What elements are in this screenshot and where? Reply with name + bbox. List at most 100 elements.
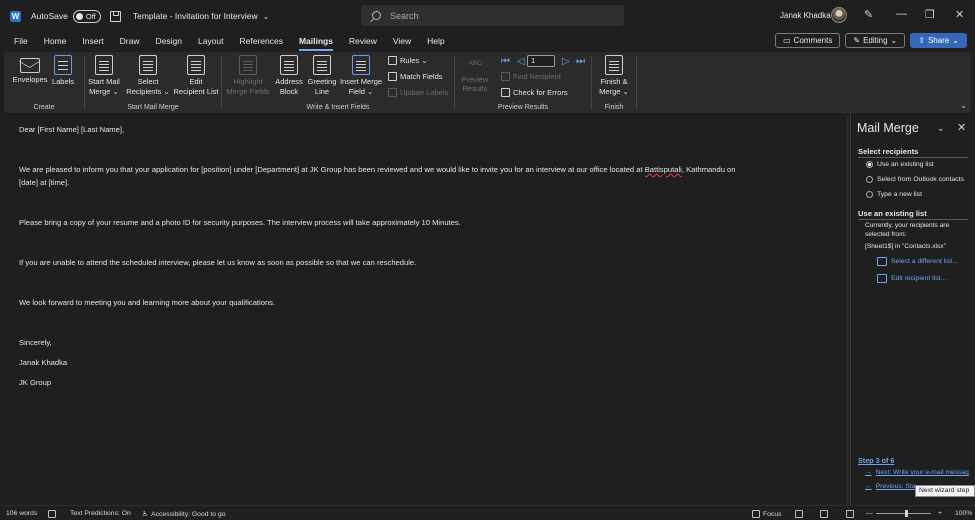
tab-insert[interactable]: Insert <box>74 32 111 51</box>
save-icon[interactable] <box>109 10 121 22</box>
rules-button[interactable]: Rules ⌄ <box>388 56 428 65</box>
focus-button[interactable]: Focus <box>752 510 782 518</box>
chevron-down-icon[interactable]: ⌄ <box>937 123 945 134</box>
comments-button[interactable]: ▭ Comments <box>775 33 841 48</box>
autosave-label: AutoSave <box>31 11 68 21</box>
find-recipient-label: Find Recipient <box>513 72 561 81</box>
envelopes-button[interactable]: Envelopes <box>12 55 48 85</box>
tab-references[interactable]: References <box>232 32 291 51</box>
tab-home[interactable]: Home <box>36 32 75 51</box>
edit-recipient-list-link[interactable]: Edit recipient list... <box>877 274 946 283</box>
tab-view[interactable]: View <box>385 32 419 51</box>
tab-review[interactable]: Review <box>341 32 385 51</box>
editing-button[interactable]: ✎ Editing ⌄ <box>845 33 906 48</box>
web-layout-button[interactable] <box>846 510 854 518</box>
edit-list-icon <box>187 55 205 75</box>
finish-merge-button[interactable]: Finish & Merge ⌄ <box>596 55 632 96</box>
radio-label: Use an existing list <box>877 161 934 168</box>
share-label: Share <box>927 36 950 45</box>
print-layout-icon <box>820 510 828 518</box>
print-layout-button[interactable] <box>820 510 828 518</box>
tab-help[interactable]: Help <box>419 32 452 51</box>
highlight-merge-fields-button[interactable]: Highlight Merge Fields <box>224 55 272 96</box>
update-labels-button[interactable]: Update Labels <box>388 88 448 97</box>
chevron-down-icon[interactable]: ⌄ <box>263 12 270 21</box>
arrow-right-icon: → <box>865 469 872 476</box>
preview-results-label-1: Preview <box>461 74 489 84</box>
accessibility-status[interactable]: ♿ Accessibility: Good to go <box>142 510 226 519</box>
chevron-down-icon: ⌄ <box>890 36 898 45</box>
word-app-icon: W <box>10 10 21 22</box>
close-button[interactable]: ✕ <box>955 8 964 21</box>
avatar[interactable] <box>831 7 847 23</box>
select-different-list-link[interactable]: Select a different list... <box>877 257 958 266</box>
previous-step-link[interactable]: ← Previous: Sta <box>865 483 915 490</box>
proofing-icon[interactable] <box>48 510 56 518</box>
first-record-icon[interactable]: ⏮ <box>501 56 510 67</box>
collapse-ribbon-icon[interactable]: ⌄ <box>960 101 967 110</box>
zoom-out-button[interactable]: — <box>866 510 873 517</box>
check-for-errors-button[interactable]: Check for Errors <box>501 88 568 97</box>
use-existing-heading: Use an existing list <box>858 209 968 220</box>
pen-icon[interactable]: ✎ <box>864 8 873 21</box>
document-title[interactable]: Template - Invitation for Interview <box>133 11 258 21</box>
select-recipients-label-2: Recipients ⌄ <box>126 86 170 96</box>
match-fields-button[interactable]: Match Fields <box>388 72 443 81</box>
document-canvas[interactable]: Dear [First Name] [Last Name], We are pl… <box>0 115 849 505</box>
minimize-button[interactable]: — <box>896 8 907 20</box>
zoom-in-button[interactable]: + <box>938 510 942 517</box>
find-recipient-button[interactable]: Find Recipient <box>501 72 561 81</box>
tab-file[interactable]: File <box>6 32 36 51</box>
insert-merge-field-button[interactable]: Insert Merge Field ⌄ <box>338 55 384 96</box>
tab-design[interactable]: Design <box>148 32 190 51</box>
greeting-line-button[interactable]: Greeting Line <box>306 55 338 96</box>
document-scrollbar[interactable] <box>846 115 849 505</box>
radio-use-existing-list[interactable]: Use an existing list <box>866 161 934 168</box>
recipients-icon <box>139 55 157 75</box>
menu-actions: ▭ Comments ✎ Editing ⌄ ⇪ Share ⌄ <box>775 33 967 48</box>
user-name[interactable]: Janak Khadka <box>780 11 831 20</box>
tab-layout[interactable]: Layout <box>190 32 232 51</box>
pane-title: Mail Merge <box>857 121 919 135</box>
doc-paragraph-1-line-2: [date] at [time]. <box>19 178 70 187</box>
greeting-line-label-1: Greeting <box>307 77 337 86</box>
start-mail-merge-button[interactable]: Start Mail Merge ⌄ <box>85 55 123 96</box>
preview-results-button[interactable]: ABC Preview Results <box>457 55 493 94</box>
zoom-level[interactable]: 100% <box>955 510 972 517</box>
share-button[interactable]: ⇪ Share ⌄ <box>910 33 967 48</box>
autosave-toggle[interactable]: Off <box>72 9 101 23</box>
group-finish: Finish & Merge ⌄ Finish <box>592 52 636 113</box>
select-recipients-label-1: Select <box>137 77 159 86</box>
group-label-preview-results: Preview Results <box>497 104 549 111</box>
radio-outlook-contacts[interactable]: Select from Outlook contacts <box>866 176 964 183</box>
edit-recipient-list-button[interactable]: Edit Recipient List <box>172 55 220 96</box>
radio-icon <box>866 191 873 198</box>
text-predictions[interactable]: Text Predictions: On <box>70 510 131 517</box>
book-icon <box>48 510 56 518</box>
source-text: [Sheet1$] in "Contacts.xlsx" <box>865 243 946 250</box>
finish-merge-label-1: Finish & <box>600 77 628 86</box>
previous-record-icon[interactable]: ◁ <box>517 56 525 67</box>
zoom-slider-handle[interactable] <box>905 510 908 517</box>
select-recipients-button[interactable]: Select Recipients ⌄ <box>125 55 171 96</box>
address-block-button[interactable]: Address Block <box>274 55 304 96</box>
edit-list-icon <box>877 274 887 283</box>
word-count[interactable]: 106 words <box>6 510 37 517</box>
radio-type-new-list[interactable]: Type a new list <box>866 191 922 198</box>
restore-button[interactable]: ❐ <box>925 8 935 21</box>
next-record-icon[interactable]: ▷ <box>562 56 570 67</box>
tab-draw[interactable]: Draw <box>112 32 148 51</box>
record-number-input[interactable]: 1 <box>527 55 555 67</box>
edit-recipient-list-label-1: Edit <box>189 77 203 86</box>
tab-mailings[interactable]: Mailings <box>291 32 341 51</box>
start-mail-merge-label-2: Merge ⌄ <box>89 86 119 96</box>
labels-button[interactable]: Labels <box>50 55 76 87</box>
read-mode-button[interactable] <box>795 510 803 518</box>
close-icon[interactable]: ✕ <box>957 121 966 134</box>
next-step-link[interactable]: → Next: Write your e-mail messag <box>865 469 969 476</box>
last-record-icon[interactable]: ⏭ <box>576 56 585 67</box>
doc-signature-company: JK Group <box>19 378 52 387</box>
search-input[interactable]: Search <box>361 5 624 26</box>
zoom-slider[interactable] <box>876 513 931 514</box>
update-labels-label: Update Labels <box>400 88 449 97</box>
